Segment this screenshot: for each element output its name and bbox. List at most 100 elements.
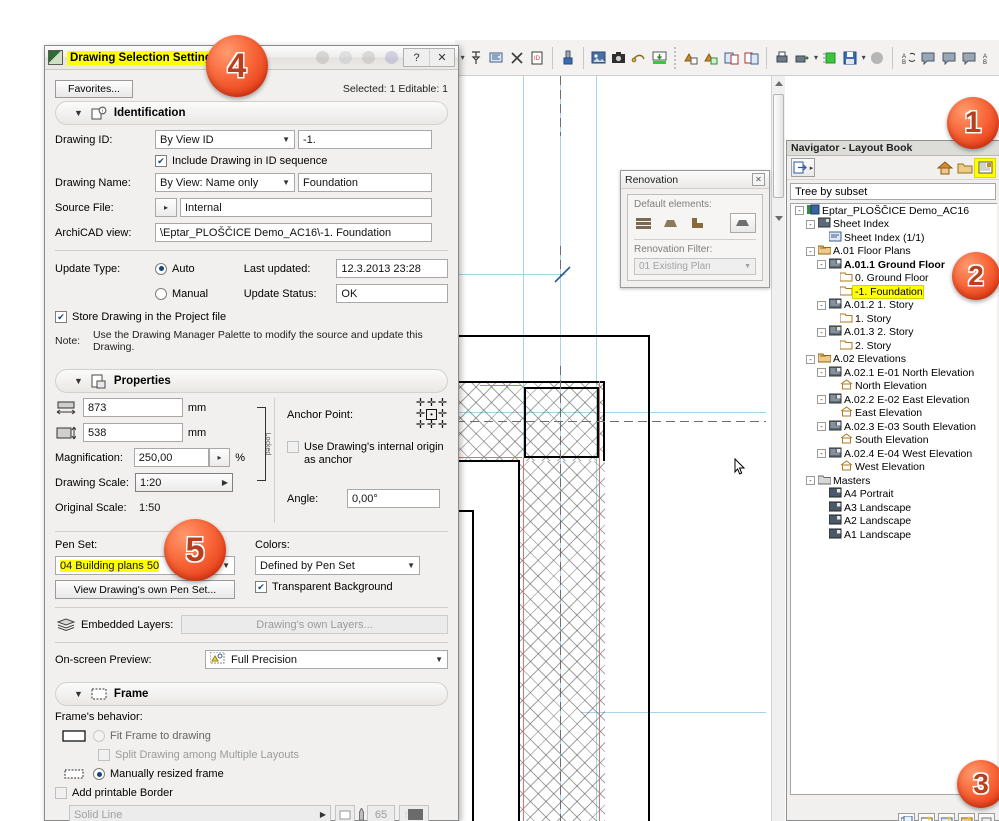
camera-tool-icon[interactable]: [611, 47, 627, 69]
renovation-filter-select[interactable]: 01 Existing Plan ▼: [634, 258, 756, 275]
hotlink-tool-icon[interactable]: [631, 47, 647, 69]
scroll-up-icon[interactable]: [775, 81, 783, 86]
tree-expander-icon[interactable]: -: [817, 260, 826, 269]
internal-origin-checkbox[interactable]: ✔: [287, 441, 299, 453]
save-caret-icon[interactable]: ▾: [860, 53, 867, 62]
tree-item[interactable]: -Eptar_PLOŠČICE Demo_AC16: [791, 204, 997, 218]
view-map-icon[interactable]: [955, 159, 975, 177]
frame-section-header[interactable]: ▼ Frame: [55, 682, 448, 706]
line-preview-icon[interactable]: [335, 805, 355, 821]
demolish-element-icon[interactable]: [661, 215, 679, 231]
place-drawing-icon[interactable]: [651, 47, 667, 69]
embedded-layers-button[interactable]: Drawing's own Layers...: [181, 615, 448, 634]
drawing-height-input[interactable]: 538: [83, 423, 183, 442]
toolbar-overflow-caret-icon[interactable]: ▾: [459, 53, 466, 62]
layout-book-icon[interactable]: [975, 159, 995, 177]
tree-item[interactable]: -A.02 Elevations: [791, 353, 997, 367]
tree-expander-icon[interactable]: -: [817, 328, 826, 337]
tree-expander-icon[interactable]: -: [817, 395, 826, 404]
publish-set-icon[interactable]: [822, 47, 838, 69]
tree-item[interactable]: -Sheet Index: [791, 218, 997, 232]
new-element-icon[interactable]: [688, 215, 706, 231]
source-file-browse-button[interactable]: ▸: [155, 198, 177, 217]
tree-item[interactable]: -A.02.2 E-02 East Elevation: [791, 393, 997, 407]
help-icon[interactable]: ?: [404, 49, 429, 66]
tree-item[interactable]: -A.02.3 E-03 South Elevation: [791, 420, 997, 434]
new-independent-layout-icon[interactable]: [898, 813, 915, 821]
tree-expander-icon[interactable]: -: [817, 301, 826, 310]
scroll-down-icon[interactable]: [775, 216, 783, 221]
renovation-title-bar[interactable]: Renovation ✕: [621, 171, 769, 189]
identification-section-header[interactable]: ▼ i Identification: [55, 101, 448, 125]
tree-item[interactable]: -A.02.4 E-04 West Elevation: [791, 447, 997, 461]
include-sequence-checkbox[interactable]: ✔: [155, 155, 167, 167]
publish-layout-2-icon[interactable]: [703, 47, 719, 69]
print-icon[interactable]: [774, 47, 790, 69]
drawing-selection-settings-dialog[interactable]: Drawing Selection Settings ? ✕ Favorites…: [44, 45, 459, 821]
tree-item[interactable]: 1. Story: [791, 312, 997, 326]
tree-item[interactable]: A1 Landscape: [791, 528, 997, 542]
view-own-pen-set-button[interactable]: View Drawing's own Pen Set...: [55, 580, 235, 599]
existing-element-icon[interactable]: [634, 215, 652, 231]
tree-expander-icon[interactable]: -: [817, 449, 826, 458]
split-drawing-checkbox[interactable]: ✔: [98, 749, 110, 761]
drawing-width-input[interactable]: 873: [83, 398, 183, 417]
tree-expander-icon[interactable]: -: [806, 476, 815, 485]
anchor-tc[interactable]: ✛: [426, 398, 437, 409]
tree-item[interactable]: -A.01.3 2. Story: [791, 326, 997, 340]
tree-item[interactable]: -A.01.2 1. Story: [791, 299, 997, 313]
label-tool-icon[interactable]: [488, 47, 504, 69]
properties-section-header[interactable]: ▼ Properties: [55, 369, 448, 393]
collapse-triangle-icon[interactable]: ▼: [74, 689, 83, 699]
favorites-button[interactable]: Favorites...: [55, 80, 133, 98]
new-subset-icon[interactable]: [938, 813, 955, 821]
anchor-point-grid[interactable]: ✛✛✛ ✛•✛ ✛✛✛: [415, 398, 448, 431]
markup-1-icon[interactable]: [920, 47, 936, 69]
save-icon[interactable]: [842, 47, 858, 69]
onscreen-preview-select[interactable]: Full Precision ▼: [205, 650, 448, 669]
anchor-bl[interactable]: ✛: [415, 420, 426, 431]
text-b-icon[interactable]: AB: [981, 47, 997, 69]
tree-expander-icon[interactable]: -: [817, 422, 826, 431]
tree-expander-icon[interactable]: -: [817, 368, 826, 377]
renovation-palette[interactable]: Renovation ✕ Default elements:: [620, 170, 770, 288]
drawing-name-input[interactable]: Foundation: [298, 173, 432, 192]
scissors-tool-icon[interactable]: [509, 47, 525, 69]
close-icon[interactable]: ✕: [752, 173, 765, 186]
anchor-bc[interactable]: ✛: [426, 420, 437, 431]
tree-expander-icon[interactable]: -: [806, 220, 815, 229]
sphere-icon[interactable]: [869, 47, 885, 69]
renovation-override-icon[interactable]: [730, 213, 756, 233]
update-manual-radio[interactable]: [155, 288, 167, 300]
project-map-icon[interactable]: [935, 159, 955, 177]
magnification-input[interactable]: 250,00: [134, 448, 209, 467]
drawing-id-input[interactable]: -1.: [298, 130, 432, 149]
drawing-manager-icon[interactable]: [723, 47, 739, 69]
tree-item[interactable]: South Elevation: [791, 434, 997, 448]
navigator-panel[interactable]: Navigator - Layout Book ▸ Tree by subset…: [786, 140, 999, 821]
picture-tool-icon[interactable]: [591, 47, 607, 69]
tree-item[interactable]: East Elevation: [791, 407, 997, 421]
tree-item[interactable]: North Elevation: [791, 380, 997, 394]
drawing-name-mode-select[interactable]: By View: Name only ▼: [155, 173, 295, 192]
drawing-scale-select[interactable]: 1:20 ▶: [135, 473, 233, 492]
tree-item[interactable]: -A.02.1 E-01 North Elevation: [791, 366, 997, 380]
magnification-stepper-button[interactable]: ▸: [209, 448, 231, 467]
add-border-checkbox[interactable]: ✔: [55, 787, 67, 799]
canvas-vertical-scrollbar[interactable]: [771, 76, 785, 821]
pen-number-input[interactable]: 65: [367, 805, 395, 821]
tree-view-mode-select[interactable]: Tree by subset: [790, 183, 996, 200]
navigator-settings-icon[interactable]: ▸: [791, 158, 815, 177]
plot-caret-icon[interactable]: ▾: [812, 53, 819, 62]
tree-item[interactable]: A3 Landscape: [791, 501, 997, 515]
tree-expander-icon[interactable]: -: [806, 247, 815, 256]
tree-item[interactable]: -Masters: [791, 474, 997, 488]
tree-expander-icon[interactable]: -: [795, 206, 804, 215]
tree-item[interactable]: 2. Story: [791, 339, 997, 353]
store-drawing-checkbox[interactable]: ✔: [55, 311, 67, 323]
tree-expander-icon[interactable]: -: [806, 355, 815, 364]
scrollbar-thumb[interactable]: [773, 94, 784, 198]
tree-item[interactable]: West Elevation: [791, 461, 997, 475]
text-style-icon[interactable]: AB: [900, 47, 916, 69]
manual-frame-radio[interactable]: [93, 768, 105, 780]
